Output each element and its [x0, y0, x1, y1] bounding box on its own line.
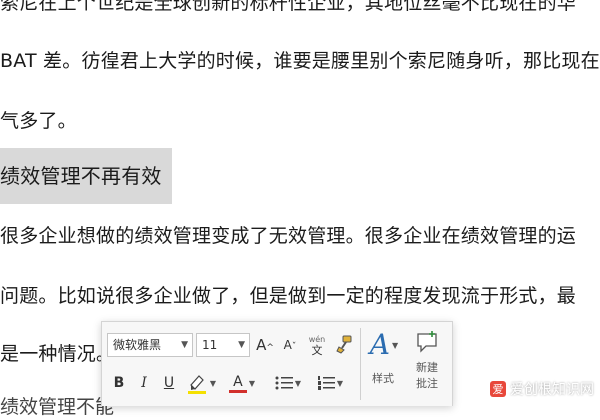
styles-icon: A ▼ — [369, 328, 399, 361]
font-color-button[interactable]: A ▼ — [224, 370, 260, 396]
numbering-button[interactable]: ▼ — [312, 370, 348, 396]
format-painter-button[interactable] — [332, 332, 356, 356]
italic-button[interactable]: I — [134, 372, 154, 394]
bullet-list-icon — [275, 376, 293, 390]
bold-icon: B — [113, 375, 125, 391]
grow-font-icon: A^ — [256, 336, 274, 354]
shrink-font-icon: Aˇ — [283, 338, 297, 352]
selected-heading[interactable]: 绩效管理不再有效 — [0, 163, 162, 189]
highlight-color-swatch — [187, 391, 206, 394]
phonetic-guide-icon: wén 文 — [308, 335, 326, 357]
toolbar-separator — [360, 328, 361, 400]
chevron-down-icon: ▼ — [238, 340, 245, 350]
body-text-line[interactable]: 是一种情况。 — [0, 341, 115, 367]
mini-format-toolbar: 微软雅黑 ▼ 11 ▼ A^ Aˇ wén 文 B I U ▼ A ▼ ▼ ▼ … — [101, 321, 453, 406]
styles-label: 样式 — [372, 372, 394, 385]
underline-icon: U — [163, 375, 175, 391]
partial-heading[interactable]: 绩效管理不能 — [0, 394, 114, 420]
body-text-line[interactable]: 很多企业想做的绩效管理变成了无效管理。很多企业在绩效管理的运 — [0, 223, 576, 249]
body-text-line[interactable]: 索尼在上个世纪是全球创新的标杆性企业，其地位丝毫不比现在的华 — [0, 0, 576, 16]
bullets-button[interactable]: ▼ — [270, 370, 306, 396]
phonetic-guide-button[interactable]: wén 文 — [305, 331, 329, 359]
body-text-line[interactable]: 问题。比如说很多企业做了，但是做到一定的程度发现流于形式，最 — [0, 283, 576, 309]
watermark-logo-icon: 爱 — [490, 381, 506, 397]
chevron-down-icon: ▼ — [248, 378, 256, 388]
bold-button[interactable]: B — [109, 372, 129, 394]
watermark-text: 爱创根知识网 — [510, 382, 594, 398]
font-size-value: 11 — [202, 338, 218, 352]
body-text-line[interactable]: 气多了。 — [0, 108, 77, 134]
chevron-down-icon: ▼ — [209, 378, 217, 388]
styles-button[interactable]: A ▼ — [364, 328, 404, 402]
highlight-color-button[interactable]: ▼ — [184, 370, 218, 396]
grow-font-button[interactable]: A^ — [254, 334, 276, 356]
underline-button[interactable]: U — [159, 372, 179, 394]
shrink-font-button[interactable]: Aˇ — [279, 334, 301, 356]
italic-icon: I — [141, 375, 147, 391]
chevron-down-icon: ▼ — [294, 378, 302, 388]
new-comment-label: 新建 批注 — [416, 361, 438, 390]
new-comment-icon — [417, 331, 437, 353]
numbered-list-icon — [317, 376, 335, 390]
site-watermark: 爱 爱创根知识网 — [490, 379, 594, 399]
font-color-swatch — [228, 389, 247, 393]
font-name-combo[interactable]: 微软雅黑 ▼ — [107, 333, 193, 357]
body-text-line[interactable]: BAT 差。彷徨君上大学的时候，谁要是腰里别个索尼随身听，那比现在 — [0, 48, 600, 74]
font-color-icon: A — [228, 374, 247, 393]
font-size-combo[interactable]: 11 ▼ — [196, 333, 250, 357]
chevron-down-icon: ▼ — [181, 340, 188, 350]
font-name-value: 微软雅黑 — [113, 338, 162, 352]
chevron-down-icon: ▼ — [336, 378, 344, 388]
format-painter-icon — [336, 335, 352, 354]
highlight-pen-icon — [187, 375, 206, 394]
